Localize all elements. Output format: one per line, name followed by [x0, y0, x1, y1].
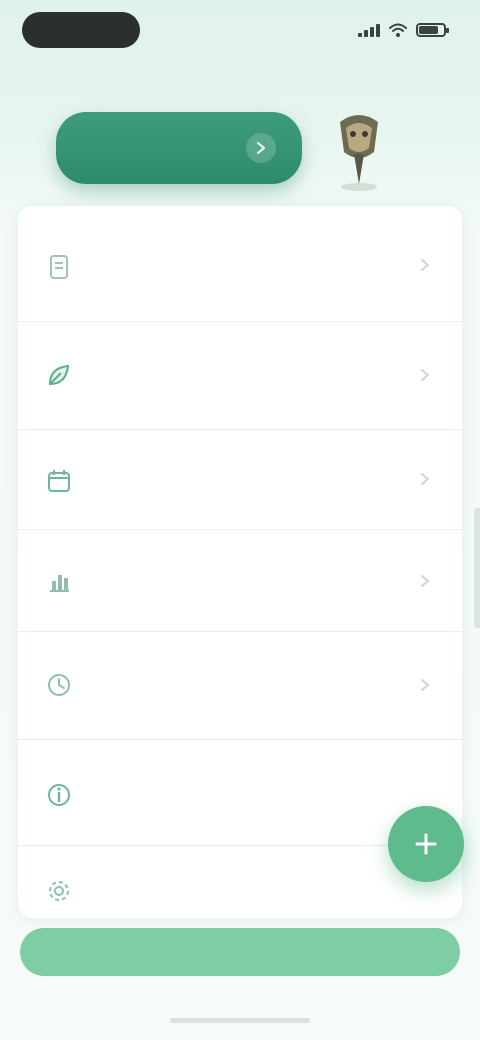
plus-icon	[415, 833, 437, 855]
edge-handle[interactable]	[474, 508, 480, 628]
chevron-right-icon	[421, 259, 430, 271]
mascot-icon	[340, 115, 378, 191]
status-time-pill	[22, 12, 140, 48]
clock-icon	[48, 674, 70, 696]
document-icon	[50, 255, 68, 279]
bottom-action-bar[interactable]	[20, 928, 460, 976]
calendar-icon	[48, 470, 70, 492]
chevron-right-icon	[421, 575, 430, 587]
battery-icon	[416, 23, 449, 37]
list-item-3[interactable]	[18, 430, 462, 530]
list-item-5[interactable]	[18, 632, 462, 740]
header-subtitle	[150, 80, 300, 94]
list-item-1[interactable]	[18, 206, 462, 322]
status-indicators	[358, 18, 449, 42]
chevron-right-icon	[421, 369, 430, 381]
phone-screen	[0, 0, 480, 1040]
add-button[interactable]	[388, 806, 464, 882]
list-item-2[interactable]	[18, 322, 462, 430]
list-item-4[interactable]	[18, 530, 462, 632]
status-bar	[0, 0, 480, 60]
info-icon	[48, 784, 70, 806]
signal-icon	[358, 23, 380, 37]
leaf-icon	[48, 364, 70, 386]
mascot-avatar[interactable]	[332, 108, 386, 192]
home-indicator[interactable]	[170, 1018, 310, 1023]
chart-icon	[50, 575, 69, 592]
menu-list	[18, 206, 462, 918]
chevron-right-icon	[246, 133, 276, 163]
chevron-right-icon	[421, 679, 430, 691]
chevron-right-icon	[421, 473, 430, 485]
settings-icon	[49, 881, 69, 901]
primary-action-button[interactable]	[56, 112, 302, 184]
battery-level	[419, 26, 438, 34]
wifi-icon	[389, 23, 407, 37]
